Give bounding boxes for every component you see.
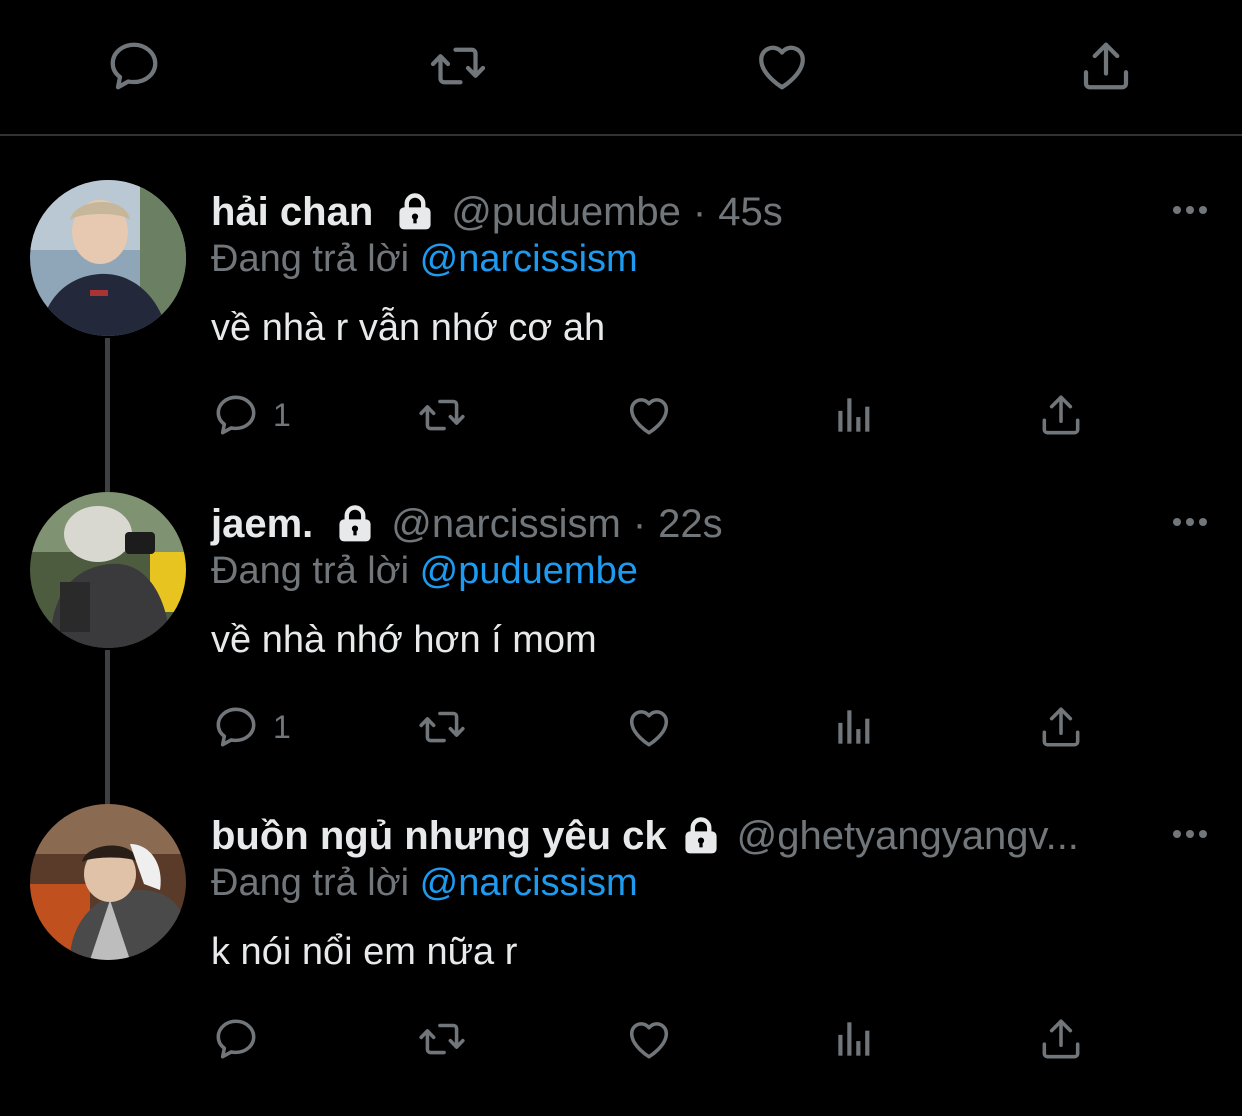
display-name[interactable]: jaem.: [211, 496, 313, 552]
reply-count: 1: [273, 708, 291, 745]
timestamp[interactable]: 45s: [718, 184, 783, 240]
more-options-icon[interactable]: [1168, 502, 1212, 542]
separator: ·: [632, 502, 647, 546]
like-button[interactable]: [624, 702, 674, 752]
more-options-icon[interactable]: [1168, 814, 1212, 854]
retweet-button[interactable]: [417, 390, 467, 440]
like-button[interactable]: [624, 390, 674, 440]
timestamp[interactable]: 22s: [658, 496, 723, 552]
tweet-header: hải chan @puduembe · 45s: [211, 184, 783, 240]
tweet-text: về nhà nhớ hơn í mom: [211, 619, 597, 661]
username[interactable]: @ghetyangyangv...: [737, 808, 1079, 864]
share-icon: [1036, 1014, 1086, 1064]
display-name[interactable]: buồn ngủ nhưng yêu ck: [211, 808, 667, 864]
analytics-icon: [830, 702, 880, 752]
tweet[interactable]: jaem. @narcissism · 22s Đang trả lời @pu…: [0, 492, 1242, 804]
replying-label: Đang trả lời: [211, 862, 410, 904]
tweet[interactable]: buồn ngủ nhưng yêu ck @ghetyangyangv... …: [0, 804, 1242, 1116]
analytics-button[interactable]: [830, 1014, 880, 1064]
retweet-button[interactable]: [417, 702, 467, 752]
replying-to: Đang trả lời @puduembe: [211, 548, 638, 594]
reply-icon: [211, 1014, 261, 1064]
reply-count: 1: [273, 396, 291, 433]
replying-label: Đang trả lời: [211, 550, 410, 592]
like-icon: [624, 702, 674, 752]
retweet-icon[interactable]: [428, 36, 488, 96]
share-button[interactable]: [1036, 702, 1086, 752]
lock-icon: [679, 814, 723, 858]
username[interactable]: @narcissism: [391, 496, 621, 552]
analytics-icon: [830, 1014, 880, 1064]
reply-icon[interactable]: [104, 36, 164, 96]
share-icon[interactable]: [1076, 36, 1136, 96]
separator: ·: [692, 190, 707, 234]
reply-button[interactable]: [211, 1014, 273, 1064]
share-button[interactable]: [1036, 1014, 1086, 1064]
share-button[interactable]: [1036, 390, 1086, 440]
tweet-header: buồn ngủ nhưng yêu ck @ghetyangyangv...: [211, 808, 1079, 864]
replying-to: Đang trả lời @narcissism: [211, 860, 638, 906]
top-action-bar: [0, 0, 1242, 136]
like-icon: [624, 390, 674, 440]
like-icon: [624, 1014, 674, 1064]
mention-link[interactable]: @narcissism: [420, 862, 638, 904]
like-icon[interactable]: [752, 36, 812, 96]
reply-icon: [211, 390, 261, 440]
analytics-icon: [830, 390, 880, 440]
more-options-icon[interactable]: [1168, 190, 1212, 230]
reply-icon: [211, 702, 261, 752]
tweet-header: jaem. @narcissism · 22s: [211, 496, 723, 552]
retweet-icon: [417, 390, 467, 440]
lock-icon: [333, 502, 377, 546]
retweet-icon: [417, 702, 467, 752]
mention-link[interactable]: @puduembe: [420, 550, 638, 592]
share-icon: [1036, 390, 1086, 440]
display-name[interactable]: hải chan: [211, 184, 373, 240]
tweet-text: về nhà r vẫn nhớ cơ ah: [211, 307, 606, 349]
username[interactable]: @puduembe: [451, 184, 681, 240]
avatar[interactable]: [30, 492, 186, 648]
avatar[interactable]: [30, 180, 186, 336]
replying-to: Đang trả lời @narcissism: [211, 236, 638, 282]
reply-button[interactable]: 1: [211, 702, 291, 752]
analytics-button[interactable]: [830, 390, 880, 440]
tweet-text: k nói nổi em nữa r: [211, 931, 518, 973]
analytics-button[interactable]: [830, 702, 880, 752]
reply-button[interactable]: 1: [211, 390, 291, 440]
tweet[interactable]: hải chan @puduembe · 45s Đang trả lời @n…: [0, 180, 1242, 492]
lock-icon: [393, 190, 437, 234]
avatar[interactable]: [30, 804, 186, 960]
retweet-icon: [417, 1014, 467, 1064]
retweet-button[interactable]: [417, 1014, 467, 1064]
replying-label: Đang trả lời: [211, 238, 410, 280]
mention-link[interactable]: @narcissism: [420, 238, 638, 280]
like-button[interactable]: [624, 1014, 674, 1064]
share-icon: [1036, 702, 1086, 752]
